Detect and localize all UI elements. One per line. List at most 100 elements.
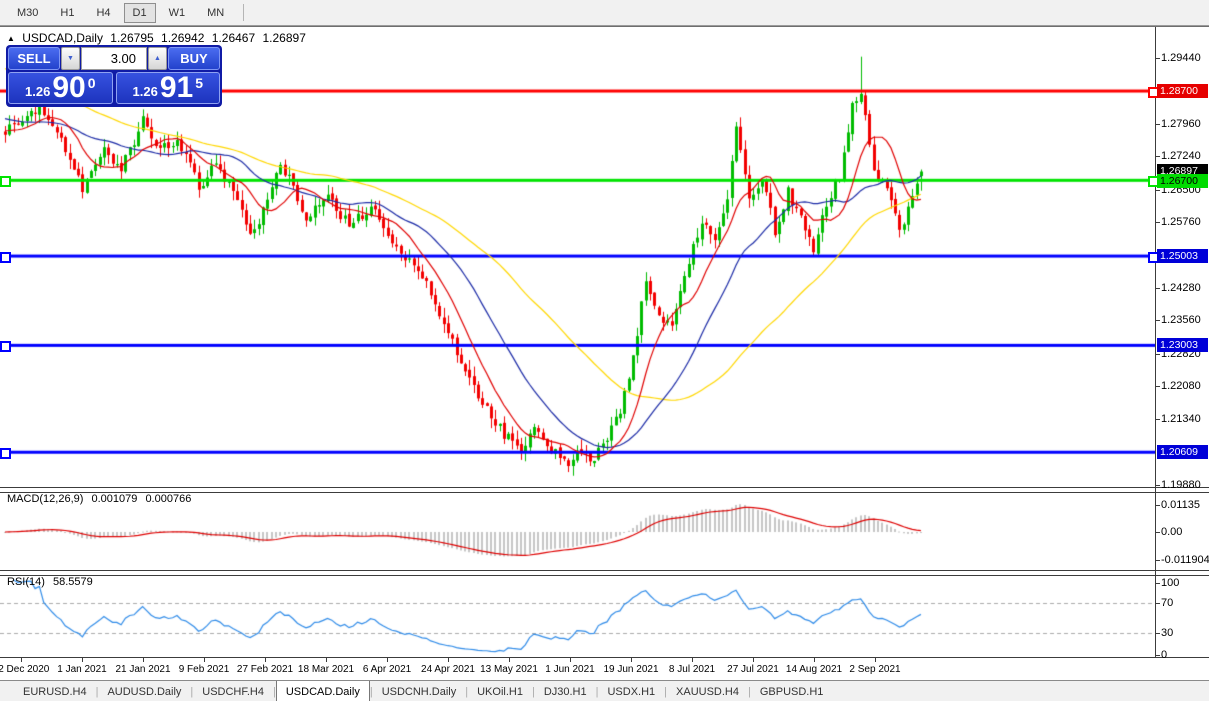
tab-usdcad-daily[interactable]: USDCAD.Daily — [275, 681, 370, 701]
axis-label: 30 — [1161, 627, 1174, 639]
axis-tick — [1155, 532, 1160, 533]
price-badge-blue: 1.25003 — [1157, 249, 1208, 263]
volume-input[interactable]: 3.00 — [81, 47, 147, 70]
tab-gbpusd-h1[interactable]: GBPUSD.H1 — [751, 681, 833, 701]
date-tick — [753, 658, 754, 662]
sell-price-sup: 0 — [87, 75, 96, 91]
buy-price-display[interactable]: 1.26 91 5 — [115, 72, 220, 104]
price-badge-blue: 1.23003 — [1157, 338, 1208, 352]
sell-price-big: 90 — [52, 72, 86, 104]
axis-label: 1.19880 — [1161, 479, 1201, 491]
tab-xauusd-h4[interactable]: XAUUSD.H4 — [667, 681, 748, 701]
date-tick — [143, 658, 144, 662]
date-tick — [631, 658, 632, 662]
axis-tick — [1155, 222, 1160, 223]
separator-macd-rsi[interactable] — [0, 570, 1209, 576]
tab-usdx-h1[interactable]: USDX.H1 — [598, 681, 664, 701]
axis-label: 1.23560 — [1161, 314, 1201, 326]
axis-tick — [1155, 156, 1160, 157]
axis-tick — [1155, 124, 1160, 125]
axis-label: 0.01135 — [1161, 499, 1200, 511]
axis-label: 70 — [1161, 597, 1174, 609]
axis-label: 1.24280 — [1161, 282, 1201, 294]
tab-eurusd-h4[interactable]: EURUSD.H4 — [14, 681, 96, 701]
tab-audusd-daily[interactable]: AUDUSD.Daily — [98, 681, 190, 701]
axis-tick — [1155, 655, 1160, 656]
ohlc-open: 1.26795 — [110, 31, 154, 45]
date-tick — [326, 658, 327, 662]
chart-symbol: USDCAD,Daily — [22, 31, 103, 45]
macd-label: MACD(12,26,9) 0.001079 0.000766 — [7, 493, 196, 505]
axis-label: 0 — [1161, 649, 1168, 661]
macd-signal-value: 0.000766 — [145, 493, 192, 505]
date-tick — [204, 658, 205, 662]
axis-tick — [1155, 58, 1160, 59]
separator-rsi-dates — [0, 657, 1209, 658]
axis-tick — [1155, 633, 1160, 634]
axis-tick — [1155, 505, 1160, 506]
date-tick — [509, 658, 510, 662]
hline-handle[interactable] — [0, 447, 11, 459]
tab-ukoil-h1[interactable]: UKOil.H1 — [468, 681, 532, 701]
axis-tick — [1155, 320, 1160, 321]
rsi-value: 58.5579 — [52, 576, 93, 588]
tab-dj30-h1[interactable]: DJ30.H1 — [535, 681, 596, 701]
date-tick — [387, 658, 388, 662]
price-axis-line — [1155, 27, 1156, 658]
axis-tick — [1155, 560, 1160, 561]
tab-usdchf-h4[interactable]: USDCHF.H4 — [193, 681, 273, 701]
axis-tick — [1155, 485, 1160, 486]
axis-label: 1.22080 — [1161, 380, 1201, 392]
volume-decrease-button[interactable]: ▼ — [61, 47, 80, 70]
buy-price-prefix: 1.26 — [132, 84, 158, 99]
ohlc-high: 1.26942 — [161, 31, 205, 45]
hline-handle[interactable] — [0, 251, 11, 263]
sell-price-display[interactable]: 1.26 90 0 — [8, 72, 113, 104]
volume-increase-button[interactable]: ▲ — [148, 47, 167, 70]
date-tick — [875, 658, 876, 662]
axis-tick — [1155, 354, 1160, 355]
sell-price-prefix: 1.26 — [25, 84, 51, 99]
axis-tick — [1155, 288, 1160, 289]
ohlc-low: 1.26467 — [211, 31, 256, 45]
macd-name: MACD(12,26,9) — [7, 493, 84, 505]
date-label: 2 Sep 2021 — [849, 664, 901, 675]
price-badge-green: 1.26700 — [1157, 174, 1208, 188]
hline-handle[interactable] — [0, 340, 11, 352]
buy-price-sup: 5 — [195, 75, 203, 91]
date-tick — [448, 658, 449, 662]
ohlc-close: 1.26897 — [262, 31, 306, 45]
chart-title: ▲ USDCAD,Daily 1.26795 1.26942 1.26467 1… — [7, 31, 310, 45]
mt4-window: M30H1H4D1W1MN ▲ USDCAD,Daily 1.26795 1.2… — [0, 0, 1209, 701]
date-tick — [82, 658, 83, 662]
axis-tick — [1155, 386, 1160, 387]
date-tick — [814, 658, 815, 662]
hline-handle[interactable] — [0, 175, 11, 187]
tab-usdcnh-daily[interactable]: USDCNH.Daily — [373, 681, 466, 701]
axis-label: -0.011904 — [1161, 554, 1209, 566]
axis-label: 1.27960 — [1161, 118, 1201, 130]
date-tick — [21, 658, 22, 662]
axis-label: 1.21340 — [1161, 413, 1201, 425]
buy-button[interactable]: BUY — [168, 47, 220, 70]
date-tick — [692, 658, 693, 662]
chart-tab-bar: EURUSD.H4 | AUDUSD.Daily | USDCHF.H4 | USDCAD.… — [0, 680, 1209, 701]
axis-label: 0.00 — [1161, 526, 1183, 538]
axis-tick — [1155, 583, 1160, 584]
price-badge-blue: 1.20609 — [1157, 445, 1208, 459]
axis-label: 1.25760 — [1161, 216, 1201, 228]
buy-price-big: 91 — [159, 72, 194, 104]
symbol-marker-icon: ▲ — [7, 34, 15, 43]
tabbar-left-pad — [0, 681, 14, 701]
axis-label: 1.29440 — [1161, 52, 1201, 64]
date-tick — [570, 658, 571, 662]
axis-tick — [1155, 603, 1160, 604]
sell-button[interactable]: SELL — [8, 47, 60, 70]
price-badge-red: 1.28700 — [1157, 84, 1208, 98]
rsi-label: RSI(14) 58.5579 — [7, 576, 98, 588]
axis-tick — [1155, 419, 1160, 420]
macd-value: 0.001079 — [91, 493, 138, 505]
date-tick — [265, 658, 266, 662]
rsi-name: RSI(14) — [7, 576, 45, 588]
one-click-trading-panel: SELL ▼ 3.00 ▲ BUY 1.26 90 0 1.26 91 5 — [6, 45, 222, 107]
